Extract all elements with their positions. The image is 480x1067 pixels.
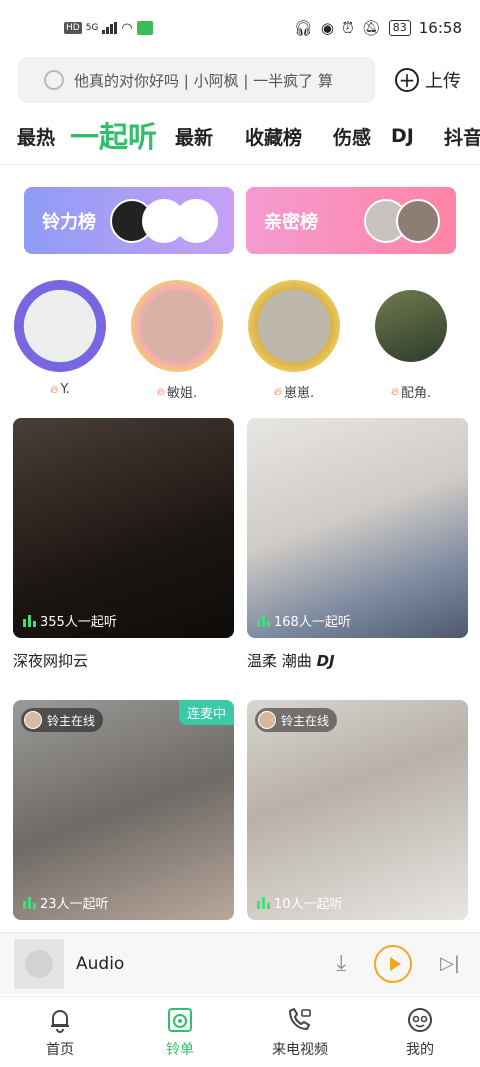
app-root: HD 5G ◠ 🎧︎ ◉ ⏰︎ 🔕︎ 83 16:58 他真的对你好吗 | 小阿… <box>0 0 480 1067</box>
equalizer-icon <box>23 614 36 627</box>
rank-card-label: 亲密榜 <box>264 211 318 233</box>
equalizer-icon <box>23 896 36 909</box>
host-item[interactable]: 🔥︎ 敏姐. <box>127 280 227 401</box>
avatar <box>396 199 440 243</box>
avatar <box>258 290 330 362</box>
tab-favorites-rank[interactable]: 收藏榜 <box>245 123 302 150</box>
host-online-badge: 铃主在线 <box>21 708 104 732</box>
avatar <box>258 711 276 729</box>
room-card[interactable]: 铃主在线 连麦中 23人一起听 <box>13 700 234 920</box>
listener-count: 10人一起听 <box>257 893 343 912</box>
upload-button[interactable]: + 上传 <box>395 67 461 93</box>
search-input[interactable]: 他真的对你好吗 | 小阿枫 | 一半疯了 算 <box>18 57 375 103</box>
tab-listen-together[interactable]: 一起听 <box>70 114 157 156</box>
search-placeholder: 他真的对你好吗 | 小阿枫 | 一半疯了 算 <box>74 71 333 90</box>
avatar <box>375 290 447 362</box>
equalizer-icon <box>257 896 270 909</box>
plus-circle-icon: + <box>395 68 419 92</box>
nav-ringlist[interactable]: 铃单 <box>120 997 240 1067</box>
skip-next-icon[interactable]: ▷| <box>440 953 460 974</box>
tabs-divider <box>0 164 480 165</box>
host-name: 🔥︎ 崽崽. <box>273 384 315 402</box>
avatar <box>24 290 96 362</box>
tab-dj[interactable]: DJ <box>391 125 414 147</box>
bottom-nav: 首页 铃单 来电视频 我的 <box>0 996 480 1067</box>
clock: 16:58 <box>418 19 462 37</box>
nav-call-video[interactable]: 来电视频 <box>240 997 360 1067</box>
tab-hot[interactable]: 最热 <box>17 123 55 150</box>
tab-sad[interactable]: 伤感 <box>333 123 371 150</box>
status-right: 🎧︎ ◉ ⏰︎ 🔕︎ 83 16:58 <box>294 19 462 37</box>
host-name: 🔥︎ Y. <box>50 382 70 397</box>
rank-card-intimacy[interactable]: 亲密榜 <box>246 187 456 254</box>
nav-label: 铃单 <box>166 1042 194 1058</box>
rank-card-power[interactable]: 铃力榜 <box>24 187 234 254</box>
bell-icon <box>45 1005 75 1035</box>
co-mic-tag: 连麦中 <box>178 700 234 725</box>
alarm-icon: ⏰︎ <box>342 19 354 37</box>
equalizer-icon <box>257 614 270 627</box>
host-name: 🔥︎ 配角. <box>390 384 432 402</box>
host-name: 🔥︎ 敏姐. <box>156 384 198 402</box>
headphones-icon: 🎧︎ <box>293 19 313 37</box>
room-card[interactable]: 铃主在线 10人一起听 <box>247 700 468 920</box>
listener-count: 355人一起听 <box>23 611 117 630</box>
nav-label: 首页 <box>46 1042 74 1058</box>
signal-icon <box>102 22 118 34</box>
status-bar: HD 5G ◠ 🎧︎ ◉ ⏰︎ 🔕︎ 83 16:58 <box>0 0 480 56</box>
rank-avatars <box>110 199 218 243</box>
flame-icon: 🔥︎ <box>50 382 59 396</box>
album-cover <box>14 938 64 989</box>
host-item[interactable]: 🔥︎ Y. <box>10 280 110 397</box>
battery-indicator: 83 <box>388 20 411 36</box>
download-icon[interactable]: ⤓ <box>336 951 346 976</box>
avatar <box>24 711 42 729</box>
mini-player[interactable]: Audio ⤓ ▷| <box>0 932 480 994</box>
upload-label: 上传 <box>425 71 461 92</box>
app-indicator-icon <box>136 21 153 35</box>
listener-count: 168人一起听 <box>257 611 351 630</box>
eye-icon: ◉ <box>320 19 335 37</box>
category-tabs: 最热 一起听 最新 收藏榜 伤感 DJ 抖音 <box>0 112 480 160</box>
room-title-tag: DJ <box>316 652 335 670</box>
flame-icon: 🔥︎ <box>390 384 399 398</box>
play-button[interactable] <box>374 944 413 983</box>
listener-count: 23人一起听 <box>23 893 109 912</box>
avatar <box>174 199 218 243</box>
room-card[interactable]: 168人一起听 <box>247 418 468 638</box>
wifi-icon: ◠ <box>121 20 133 36</box>
host-online-badge: 铃主在线 <box>255 708 338 732</box>
room-title: 深夜网抑云 <box>13 652 89 670</box>
nav-label: 我的 <box>406 1042 434 1058</box>
profile-face-icon <box>405 1005 435 1035</box>
nav-home[interactable]: 首页 <box>0 997 120 1067</box>
flame-icon: 🔥︎ <box>273 384 282 398</box>
avatar <box>141 290 213 362</box>
nav-label: 来电视频 <box>272 1042 328 1058</box>
player-title: Audio <box>76 953 125 974</box>
player-controls: ⤓ ▷| <box>336 944 480 983</box>
status-left: HD 5G ◠ <box>64 21 153 36</box>
flame-icon: 🔥︎ <box>156 384 165 398</box>
network-type: 5G <box>85 23 99 33</box>
search-icon <box>44 70 64 90</box>
room-title: 温柔 潮曲 DJ <box>247 652 335 670</box>
room-card[interactable]: 355人一起听 <box>13 418 234 638</box>
hd-indicator: HD <box>64 22 82 34</box>
tab-douyin[interactable]: 抖音 <box>444 123 480 150</box>
host-item[interactable]: 🔥︎ 配角. <box>361 280 461 401</box>
rank-card-label: 铃力榜 <box>42 211 96 233</box>
nav-mine[interactable]: 我的 <box>360 997 480 1067</box>
host-item[interactable]: 🔥︎ 崽崽. <box>244 280 344 401</box>
tab-newest[interactable]: 最新 <box>175 123 213 150</box>
host-row: 🔥︎ Y. 🔥︎ 敏姐. 🔥︎ 崽崽. 🔥︎ 配角. <box>0 280 480 401</box>
mute-icon: 🔕︎ <box>361 19 381 37</box>
phone-video-icon <box>285 1005 315 1035</box>
rank-avatars <box>364 199 440 243</box>
disc-icon <box>165 1005 195 1035</box>
search-row: 他真的对你好吗 | 小阿枫 | 一半疯了 算 + 上传 <box>18 57 462 103</box>
